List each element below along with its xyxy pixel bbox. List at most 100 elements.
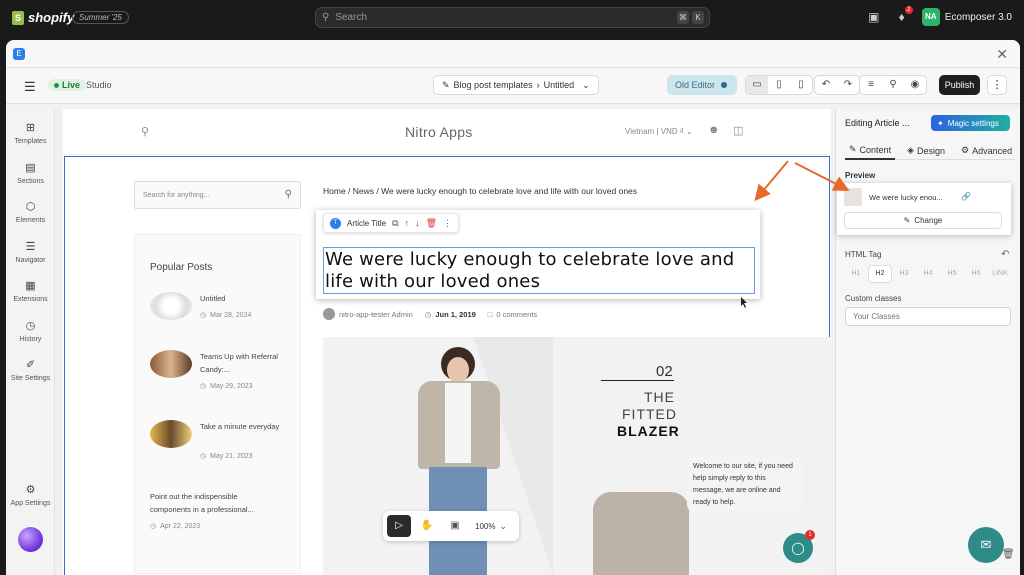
shopify-search-input[interactable]: ⚲ Search ⌘ K xyxy=(315,7,710,28)
template-breadcrumb[interactable]: ✎ Blog post templates › Untitled ⌄ xyxy=(433,75,599,95)
tag-h3[interactable]: H3 xyxy=(893,266,915,282)
change-button[interactable]: ✎ Change xyxy=(844,212,1002,229)
fit-screen-icon[interactable]: ▣ xyxy=(443,515,467,537)
delete-icon[interactable]: 🗑 xyxy=(426,218,437,229)
post-title[interactable]: Teams Up with Referral Candy:... xyxy=(200,350,290,376)
close-icon[interactable]: ✕ xyxy=(996,46,1008,63)
rail-site-settings[interactable]: ✐ Site Settings xyxy=(6,358,55,382)
tab-label: Advanced xyxy=(972,145,1013,156)
clock-icon: ◷ xyxy=(424,309,432,319)
link-icon[interactable]: 🔗 xyxy=(961,192,971,201)
move-up-icon[interactable]: ↑ xyxy=(405,218,410,228)
more-options-icon[interactable]: ⋮ xyxy=(987,75,1007,95)
undo-icon[interactable]: ↶ xyxy=(815,76,837,94)
custom-classes-label: Custom classes xyxy=(845,294,902,303)
article-title-element[interactable]: T Article Title ⧉ ↑ ↓ 🗑 ⋮ We were lucky … xyxy=(316,210,760,299)
gear-icon: ⚙ xyxy=(25,484,36,496)
mobile-icon[interactable]: ▯ xyxy=(790,76,812,94)
post-date-text: May 29, 2023 xyxy=(210,382,253,390)
toggle-knob-icon xyxy=(721,82,728,88)
rail-extensions[interactable]: ▦ Extensions xyxy=(6,279,55,303)
chat-welcome-message: Welcome to our site, if you need help si… xyxy=(687,457,803,511)
tab-design[interactable]: ◈ Design xyxy=(903,142,949,160)
store-icon[interactable]: ▣ xyxy=(866,9,882,25)
notification-badge: 2 xyxy=(904,6,913,14)
post-thumbnail xyxy=(150,420,192,448)
shopify-logo[interactable]: S shopify xyxy=(12,10,74,25)
locale-label: Vietnam | VND ₫ xyxy=(625,127,684,136)
user-app-name: Ecomposer 3.0 xyxy=(944,11,1012,23)
tag-h1[interactable]: H1 xyxy=(845,266,867,282)
rail-history[interactable]: ◷ History xyxy=(6,319,55,343)
publish-button[interactable]: Publish xyxy=(939,75,980,95)
reset-icon[interactable]: ↶ xyxy=(1001,249,1009,260)
pencil-icon: ✎ xyxy=(849,144,857,154)
tag-h2[interactable]: H2 xyxy=(869,266,891,282)
comments-text: 0 comments xyxy=(496,309,538,319)
ai-assistant-orb[interactable] xyxy=(18,527,43,552)
account-icon[interactable]: ☻ xyxy=(708,124,720,136)
publish-date-text: Jun 1, 2019 xyxy=(435,309,476,319)
preview-label: Preview xyxy=(845,171,876,180)
blog-search-input[interactable]: Search for anything... ⚲ xyxy=(134,181,301,209)
html-tag-selector: H1 H2 H3 H4 H5 H6 LINK xyxy=(845,266,1011,282)
hand-tool-icon[interactable]: ✋ xyxy=(415,515,439,537)
tag-link[interactable]: LINK xyxy=(989,266,1011,282)
pencil-icon: ✎ xyxy=(903,216,911,225)
tab-label: Content xyxy=(859,144,892,155)
rail-navigator[interactable]: ☰ Navigator xyxy=(6,240,55,264)
studio-link[interactable]: Studio xyxy=(86,80,112,90)
menu-icon[interactable]: ☰ xyxy=(24,79,36,95)
desktop-icon[interactable]: ▭ xyxy=(746,76,768,94)
post-title[interactable]: Take a minute everyday xyxy=(200,420,290,433)
locale-selector[interactable]: Vietnam | VND ₫ ⌄ xyxy=(625,127,693,136)
magic-settings-button[interactable]: ✦ Magic settings xyxy=(931,115,1010,131)
tab-content[interactable]: ✎ Content xyxy=(845,142,896,160)
blazer-product xyxy=(593,492,689,575)
rail-templates[interactable]: ⊞ Templates xyxy=(6,121,55,145)
tag-h5[interactable]: H5 xyxy=(941,266,963,282)
tab-advanced[interactable]: ⚙ Advanced xyxy=(957,142,1016,160)
custom-classes-input[interactable] xyxy=(845,307,1011,326)
old-editor-toggle[interactable]: Old Editor xyxy=(667,75,737,95)
view-tools: ≡ ⚲ ◉ xyxy=(859,75,927,95)
chat-button[interactable]: ◯ 1 xyxy=(783,530,815,563)
redo-icon[interactable]: ↷ xyxy=(837,76,859,94)
post-title[interactable]: Untitled xyxy=(200,292,290,305)
duplicate-icon[interactable]: ⧉ xyxy=(392,218,398,229)
rail-label: History xyxy=(19,336,42,343)
more-options-icon[interactable]: ⋮ xyxy=(443,218,452,229)
store-search-icon[interactable]: ⚲ xyxy=(141,125,149,138)
pointer-tool-icon[interactable]: ▷ xyxy=(387,515,411,537)
user-menu[interactable]: NA Ecomposer 3.0 xyxy=(921,8,1012,26)
html-tag-label: HTML Tag xyxy=(845,250,882,259)
history-icon: ◷ xyxy=(25,320,36,332)
popular-posts: Popular Posts Untitled ◷ Mar 28, 2024 Tea… xyxy=(134,234,301,574)
zoom-level[interactable]: 100% xyxy=(475,522,495,531)
chevron-down-icon[interactable]: ⌄ xyxy=(499,521,507,532)
support-chat-button[interactable]: ✉ xyxy=(968,527,1004,563)
article-title[interactable]: We were lucky enough to celebrate love a… xyxy=(323,247,755,294)
post-title[interactable]: Point out the indispensible components i… xyxy=(150,490,275,516)
move-down-icon[interactable]: ↓ xyxy=(415,218,420,228)
breadcrumb[interactable]: Home / News / We were lucky enough to ce… xyxy=(323,186,637,196)
rail-label: Site Settings xyxy=(10,375,51,382)
rail-label: Sections xyxy=(17,178,44,185)
bell-icon[interactable]: ♦ 2 xyxy=(894,6,913,25)
trash-icon[interactable]: 🗑 xyxy=(1002,549,1015,560)
settings-sliders-icon[interactable]: ≡ xyxy=(860,76,882,94)
rail-elements[interactable]: ⬡ Elements xyxy=(6,200,55,224)
store-title[interactable]: Nitro Apps xyxy=(405,124,473,140)
cart-icon[interactable]: ◫ xyxy=(733,124,743,137)
breadcrumb-parent: Blog post templates xyxy=(453,80,533,90)
breadcrumb-current: Untitled xyxy=(543,80,575,90)
tablet-icon[interactable]: ▯ xyxy=(768,76,790,94)
rail-app-settings[interactable]: ⚙ App Settings xyxy=(6,483,55,507)
clock-icon: ◷ xyxy=(200,453,207,460)
tag-h4[interactable]: H4 xyxy=(917,266,939,282)
inspect-icon[interactable]: ⚲ xyxy=(882,76,904,94)
preview-eye-icon[interactable]: ◉ xyxy=(904,76,926,94)
model-shirt xyxy=(445,383,471,463)
rail-sections[interactable]: ▤ Sections xyxy=(6,161,55,185)
tag-h6[interactable]: H6 xyxy=(965,266,987,282)
